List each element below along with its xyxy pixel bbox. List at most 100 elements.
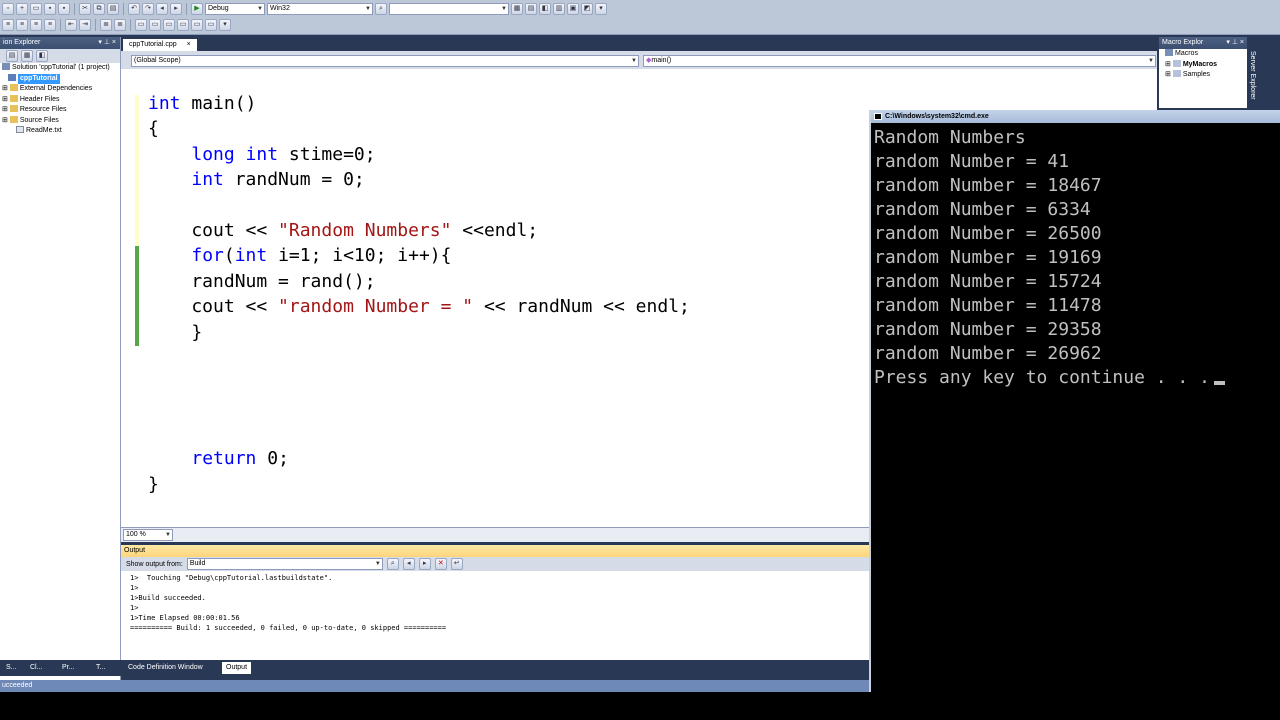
- toolbox-icon[interactable]: ▥: [553, 3, 565, 15]
- view-class-diagram-icon[interactable]: ◧: [36, 50, 48, 62]
- close-icon[interactable]: ×: [187, 41, 191, 48]
- code-line[interactable]: [148, 345, 690, 370]
- code-line[interactable]: {: [148, 116, 690, 141]
- clear-bookmarks-icon[interactable]: ▭: [205, 19, 217, 31]
- code-line[interactable]: cout << "Random Numbers" <<endl;: [148, 218, 690, 243]
- code-line[interactable]: int randNum = 0;: [148, 167, 690, 192]
- tree-item-header-files[interactable]: ⊞ Header Files: [2, 94, 120, 106]
- next-message-icon[interactable]: ▸: [418, 558, 431, 570]
- console-line: random Number = 11478: [874, 295, 1102, 316]
- show-all-files-icon[interactable]: ▦: [21, 50, 33, 62]
- solution-platform-select[interactable]: Win32 ▼: [267, 3, 373, 15]
- add-item-icon[interactable]: +: [16, 3, 28, 15]
- code-line[interactable]: int main(): [148, 91, 690, 116]
- chevron-down-icon: ▼: [631, 58, 637, 64]
- object-browser-icon[interactable]: ◧: [539, 3, 551, 15]
- member-select[interactable]: ◆main() ▼: [643, 55, 1156, 67]
- keyword-token: int: [234, 245, 268, 267]
- uncomment-icon[interactable]: ≣: [114, 19, 126, 31]
- code-line[interactable]: [148, 421, 690, 446]
- server-explorer-side-tab[interactable]: Server Explorer: [1247, 37, 1261, 108]
- find-message-icon[interactable]: ⌕: [386, 558, 399, 570]
- tab-code-definition-window[interactable]: Code Definition Window: [124, 662, 207, 674]
- toolbar-options-icon[interactable]: ▾: [219, 19, 231, 31]
- output-text[interactable]: 1> Touching "Debug\cppTutorial.lastbuild…: [121, 571, 869, 635]
- new-project-icon[interactable]: ▫: [2, 3, 14, 15]
- find-combo[interactable]: ▼: [389, 3, 509, 15]
- quick-info-icon[interactable]: ≡: [30, 19, 42, 31]
- tab-class-view[interactable]: Cl...: [26, 662, 46, 674]
- tree-item-project[interactable]: cppTutorial: [2, 73, 120, 84]
- tab-output[interactable]: Output: [222, 662, 252, 674]
- save-icon[interactable]: ▪: [44, 3, 56, 15]
- tab-team-explorer[interactable]: T...: [92, 662, 109, 674]
- zoom-select[interactable]: 100 % ▼: [123, 529, 173, 541]
- code-line[interactable]: }: [148, 320, 690, 345]
- tree-item-macros[interactable]: Macros: [1165, 49, 1247, 60]
- start-debugging-icon[interactable]: ▶: [191, 3, 203, 15]
- tree-item-label: Resource Files: [19, 106, 67, 113]
- output-line: 1>: [130, 604, 139, 612]
- increase-indent-icon[interactable]: ⇥: [79, 19, 91, 31]
- code-line[interactable]: for(int i=1; i<10; i++){: [148, 243, 690, 268]
- tree-item-resource-files[interactable]: ⊞ Resource Files: [2, 105, 120, 116]
- code-line[interactable]: cout << "random Number = " << randNum <<…: [148, 294, 690, 319]
- show-output-label: Show output from:: [126, 560, 183, 568]
- undo-icon[interactable]: ↶: [128, 3, 140, 15]
- code-line[interactable]: long int stime=0;: [148, 142, 690, 167]
- parameter-info-icon[interactable]: ≡: [16, 19, 28, 31]
- console-window[interactable]: C:\Windows\system32\cmd.exe Random Numbe…: [869, 110, 1280, 692]
- toggle-bookmark-icon[interactable]: ▭: [135, 19, 147, 31]
- complete-word-icon[interactable]: ≡: [44, 19, 56, 31]
- code-text[interactable]: int main(){ long int stime=0; int randNu…: [148, 91, 690, 497]
- tree-item-solution[interactable]: Solution 'cppTutorial' (1 project): [2, 63, 120, 74]
- tab-property-manager[interactable]: Pr...: [58, 662, 78, 674]
- tree-item-samples[interactable]: ⊞ Samples: [1165, 70, 1247, 81]
- panel-controls[interactable]: ▾ ⊥ ×: [1226, 37, 1244, 49]
- save-all-icon[interactable]: ▪: [58, 3, 70, 15]
- start-page-icon[interactable]: ▣: [567, 3, 579, 15]
- toggle-word-wrap-icon[interactable]: ↵: [450, 558, 463, 570]
- toolbar-options-icon[interactable]: ▾: [595, 3, 607, 15]
- code-line[interactable]: return 0;: [148, 446, 690, 471]
- tree-item-mymacros[interactable]: ⊞ MyMacros: [1165, 59, 1247, 71]
- cut-icon[interactable]: ✂: [79, 3, 91, 15]
- tab-cpptutorial-cpp[interactable]: cppTutorial.cpp ×: [123, 39, 197, 51]
- properties-icon[interactable]: ▤: [6, 50, 18, 62]
- panel-controls[interactable]: ▾ ⊥ ×: [98, 37, 116, 49]
- redo-icon[interactable]: ↷: [142, 3, 154, 15]
- tree-item-source-files[interactable]: ⊞ Source Files: [2, 115, 120, 127]
- code-line[interactable]: }: [148, 472, 690, 497]
- previous-bookmark-icon[interactable]: ▭: [149, 19, 161, 31]
- console-title-bar[interactable]: C:\Windows\system32\cmd.exe: [871, 110, 1280, 123]
- tab-solution-explorer[interactable]: S...: [2, 662, 21, 674]
- code-line[interactable]: [148, 193, 690, 218]
- macro-tree: Macros ⊞ MyMacros ⊞ Samples: [1159, 49, 1247, 81]
- find-in-files-icon[interactable]: ⌕: [375, 3, 387, 15]
- solution-explorer-icon[interactable]: ▦: [511, 3, 523, 15]
- scope-select[interactable]: (Global Scope) ▼: [131, 55, 639, 67]
- list-members-icon[interactable]: ≡: [2, 19, 14, 31]
- navigate-back-icon[interactable]: ◂: [156, 3, 168, 15]
- copy-icon[interactable]: ⧉: [93, 3, 105, 15]
- code-line[interactable]: [148, 396, 690, 421]
- ide-toolbar: ▫ + ▭ ▪ ▪ ✂ ⧉ ▤ ↶ ↷ ◂ ▸ ▶ Debug ▼ Win32 ▼ …: [0, 0, 1280, 35]
- open-file-icon[interactable]: ▭: [30, 3, 42, 15]
- comment-out-icon[interactable]: ≣: [100, 19, 112, 31]
- code-line[interactable]: randNum = rand();: [148, 269, 690, 294]
- navigate-forward-icon[interactable]: ▸: [170, 3, 182, 15]
- code-line[interactable]: [148, 370, 690, 395]
- output-source-select[interactable]: Build ▼: [186, 558, 383, 570]
- decrease-indent-icon[interactable]: ⇤: [65, 19, 77, 31]
- tree-item-external-dependencies[interactable]: ⊞ External Dependencies: [2, 84, 120, 95]
- clear-all-icon[interactable]: ✕: [434, 558, 447, 570]
- extension-manager-icon[interactable]: ◩: [581, 3, 593, 15]
- previous-bookmark-folder-icon[interactable]: ▭: [177, 19, 189, 31]
- next-bookmark-folder-icon[interactable]: ▭: [191, 19, 203, 31]
- solution-config-select[interactable]: Debug ▼: [205, 3, 265, 15]
- next-bookmark-icon[interactable]: ▭: [163, 19, 175, 31]
- tree-item-readme[interactable]: ReadMe.txt: [2, 126, 120, 137]
- paste-icon[interactable]: ▤: [107, 3, 119, 15]
- previous-message-icon[interactable]: ◂: [402, 558, 415, 570]
- properties-icon[interactable]: ▤: [525, 3, 537, 15]
